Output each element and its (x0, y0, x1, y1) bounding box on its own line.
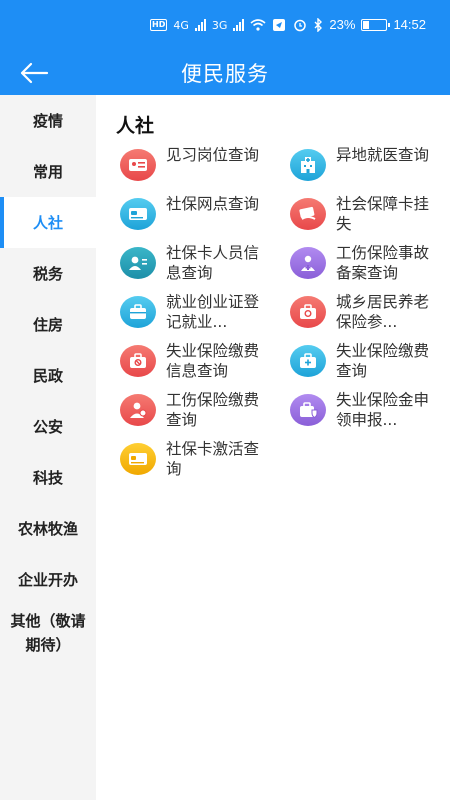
service-item-employment-certificate[interactable]: 就业创业证登记就业... (120, 292, 290, 338)
app-notification-icon (273, 19, 286, 31)
app-header: 便民服务 (0, 52, 450, 95)
service-item-pension-insurance[interactable]: 城乡居民养老保险参... (290, 292, 450, 338)
clock: 14:52 (393, 17, 426, 32)
card-icon (120, 198, 156, 230)
sidebar-item-technology[interactable]: 科技 (0, 452, 96, 503)
service-item-unemployment-payment-info[interactable]: 失业保险缴费信息查询 (120, 341, 290, 387)
service-label: 就业创业证登记就业... (166, 293, 260, 331)
sidebar-item-label: 常用 (32, 163, 63, 181)
service-label: 失业保险缴费查询 (336, 342, 430, 380)
medical-case-icon (290, 345, 326, 377)
sidebar-item-business-setup[interactable]: 企业开办 (0, 554, 96, 605)
sidebar-item-epidemic[interactable]: 疫情 (0, 95, 96, 146)
sidebar-item-label: 公安 (32, 418, 63, 436)
alarm-icon (294, 19, 307, 31)
hospital-icon (290, 149, 326, 181)
sim-card-icon (120, 443, 156, 475)
service-item-unemployment-payment-query[interactable]: 失业保险缴费查询 (290, 341, 450, 387)
worker-icon (120, 394, 156, 426)
bluetooth-icon (314, 17, 323, 32)
battery-icon (361, 18, 391, 31)
sidebar-item-label: 税务 (32, 265, 63, 283)
signal-icon-2 (233, 19, 245, 31)
forbidden-case-icon (120, 345, 156, 377)
service-label: 失业保险金申领申报... (336, 391, 430, 429)
sidebar-item-label: 其他（敬请期待） (10, 612, 86, 654)
service-item-injury-payment-query[interactable]: 工伤保险缴费查询 (120, 390, 290, 436)
hd-icon: HD (150, 19, 168, 31)
battery-percent: 23% (329, 17, 356, 32)
network-4g-label: 4G (173, 18, 189, 32)
service-label: 见习岗位查询 (166, 146, 260, 164)
status-left: HD 4G 3G (150, 18, 286, 32)
service-label: 城乡居民养老保险参... (336, 293, 430, 331)
service-item-injury-record-query[interactable]: 工伤保险事故备案查询 (290, 243, 450, 289)
service-label: 工伤保险缴费查询 (166, 391, 260, 429)
service-item-internship-query[interactable]: 见习岗位查询 (120, 145, 290, 191)
sidebar-item-public-security[interactable]: 公安 (0, 401, 96, 452)
status-right: 23% 14:52 (293, 17, 426, 32)
service-item-remote-medical-query[interactable]: 异地就医查询 (290, 145, 450, 191)
service-item-outlet-query[interactable]: 社保网点查询 (120, 194, 290, 240)
status-bar: HD 4G 3G 23% 14:52 (0, 0, 450, 52)
battery-fill (363, 20, 369, 29)
sidebar-item-label: 住房 (32, 316, 63, 334)
service-item-card-report-loss[interactable]: 社会保障卡挂失 (290, 194, 450, 240)
section-title: 人社 (116, 115, 155, 137)
sidebar-item-label: 农林牧渔 (17, 520, 78, 538)
category-sidebar: 疫情 常用 人社 税务 住房 民政 公安 科技 农林牧渔 企业开办 其他（敬请期… (0, 95, 96, 800)
service-label: 失业保险缴费信息查询 (166, 342, 260, 380)
sidebar-item-housing[interactable]: 住房 (0, 299, 96, 350)
sidebar-item-label: 民政 (32, 367, 63, 385)
person-info-icon (120, 247, 156, 279)
sidebar-item-common[interactable]: 常用 (0, 146, 96, 197)
service-label: 工伤保险事故备案查询 (336, 244, 430, 282)
service-item-card-activation-query[interactable]: 社保卡激活查询 (120, 439, 290, 485)
service-label: 社保网点查询 (166, 195, 260, 213)
wifi-icon (250, 19, 266, 31)
signal-icon (194, 19, 206, 31)
sidebar-item-tax[interactable]: 税务 (0, 248, 96, 299)
service-item-unemployment-benefit-claim[interactable]: 失业保险金申领申报... (290, 390, 450, 436)
page-title: 便民服务 (181, 62, 269, 86)
service-label: 异地就医查询 (336, 146, 430, 164)
sidebar-item-civil-affairs[interactable]: 民政 (0, 350, 96, 401)
service-label: 社保卡激活查询 (166, 440, 260, 478)
network-3g-label: 3G (211, 18, 228, 32)
sidebar-item-label: 疫情 (32, 112, 63, 130)
injury-icon (290, 247, 326, 279)
sidebar-item-agriculture[interactable]: 农林牧渔 (0, 503, 96, 554)
id-card-icon (120, 149, 156, 181)
sidebar-item-label: 企业开办 (17, 571, 78, 589)
sidebar-item-human-resources[interactable]: 人社 (0, 197, 96, 248)
pension-icon (290, 296, 326, 328)
briefcase-icon (120, 296, 156, 328)
service-label: 社会保障卡挂失 (336, 195, 430, 233)
card-lost-icon (290, 198, 326, 230)
service-item-card-holder-info[interactable]: 社保卡人员信息查询 (120, 243, 290, 289)
sidebar-item-label: 科技 (32, 469, 63, 487)
service-label: 社保卡人员信息查询 (166, 244, 260, 282)
shield-case-icon (290, 394, 326, 426)
sidebar-item-label: 人社 (32, 214, 63, 232)
sidebar-item-other[interactable]: 其他（敬请期待） (0, 605, 96, 661)
service-content: 人社 见习岗位查询 异地就医查询 社保网点查询 社会保障卡挂失 社保卡人员信息查… (96, 95, 450, 800)
